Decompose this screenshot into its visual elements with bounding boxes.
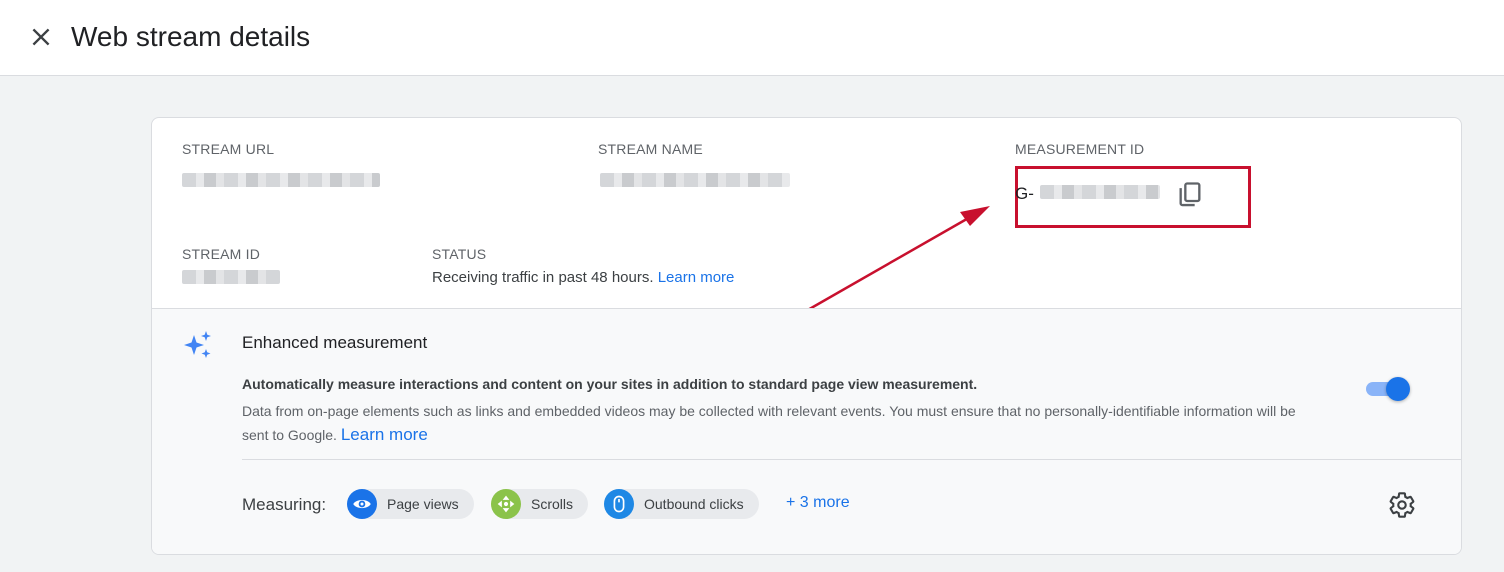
status-label: STATUS — [432, 246, 487, 262]
enhanced-learn-more-link[interactable]: Learn more — [341, 425, 428, 444]
more-measurements-link[interactable]: + 3 more — [786, 494, 850, 512]
measuring-label: Measuring: — [242, 495, 327, 514]
chip-page-views[interactable]: Page views — [347, 489, 474, 519]
enhanced-measurement-title: Enhanced measurement — [242, 333, 428, 352]
status-text: Receiving traffic in past 48 hours. Lear… — [432, 269, 734, 286]
enhanced-measurement-description: Data from on-page elements such as links… — [242, 399, 1322, 447]
sparkle-icon — [184, 331, 211, 358]
enhanced-measurement-summary: Automatically measure interactions and c… — [242, 376, 978, 392]
measurement-id-redacted — [1040, 185, 1160, 199]
page-header: Web stream details — [0, 0, 1504, 76]
copy-icon[interactable] — [1176, 180, 1204, 208]
enhanced-measurement-section: Enhanced measurement Automatically measu… — [152, 308, 1461, 554]
status-learn-more-link[interactable]: Learn more — [658, 269, 735, 286]
status-message: Receiving traffic in past 48 hours. — [432, 269, 654, 286]
chip-label: Scrolls — [531, 496, 574, 512]
eye-icon — [347, 489, 377, 519]
stream-name-label: STREAM NAME — [598, 141, 703, 157]
stream-id-value-redacted — [182, 270, 280, 284]
stream-id-label: STREAM ID — [182, 246, 261, 262]
measurement-id-label: MEASUREMENT ID — [1015, 141, 1145, 157]
measurement-id-prefix: G- — [1015, 184, 1034, 203]
chip-label: Page views — [387, 496, 459, 512]
stream-url-label: STREAM URL — [182, 141, 275, 157]
stream-name-value-redacted — [600, 173, 790, 187]
page-title: Web stream details — [71, 21, 311, 52]
gear-icon[interactable] — [1388, 491, 1416, 519]
stream-details-card: STREAM URL STREAM NAME MEASUREMENT ID G-… — [151, 117, 1462, 555]
section-divider — [242, 459, 1461, 460]
chip-outbound-clicks[interactable]: Outbound clicks — [604, 489, 759, 519]
enhanced-measurement-toggle[interactable] — [1366, 377, 1412, 401]
mouse-icon — [604, 489, 634, 519]
chip-label: Outbound clicks — [644, 496, 744, 512]
stream-url-value-redacted — [182, 173, 380, 187]
close-icon[interactable] — [28, 24, 54, 50]
chip-scrolls[interactable]: Scrolls — [491, 489, 589, 519]
toggle-knob — [1386, 377, 1410, 401]
scroll-arrows-icon — [491, 489, 521, 519]
measurement-id-value[interactable]: G- — [1015, 184, 1034, 204]
